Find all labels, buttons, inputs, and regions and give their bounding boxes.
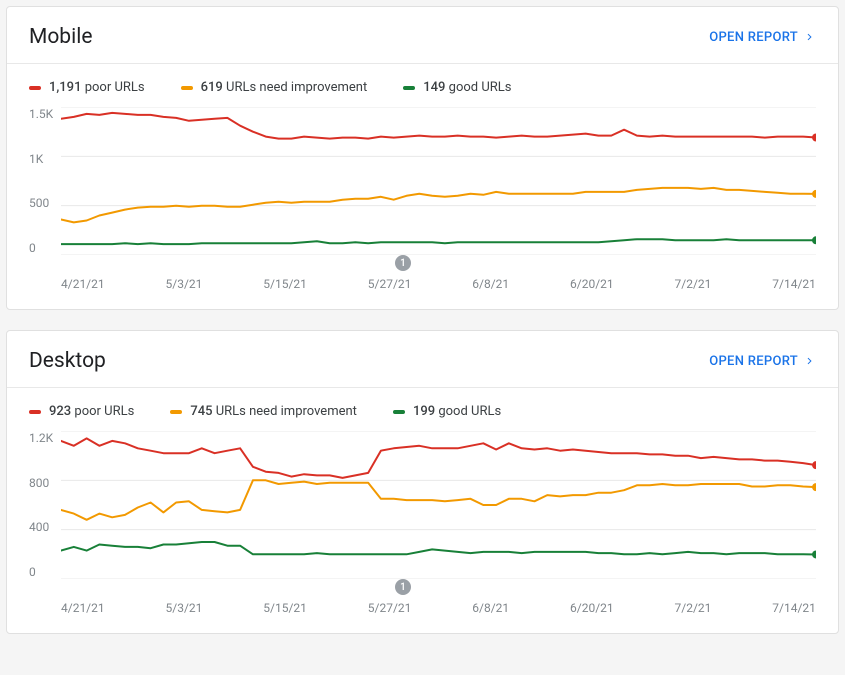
swatch-need-icon [181,86,193,90]
chevron-right-icon [804,31,816,43]
swatch-need-icon [170,410,182,414]
swatch-poor-icon [29,86,41,90]
swatch-poor-icon [29,410,41,414]
mobile-plot [61,107,816,255]
mobile-legend: 1,191 poor URLs 619 URLs need improvemen… [7,64,838,101]
marker-area: 1 [61,255,816,275]
desktop-plot [61,431,816,579]
legend-item-poor: 1,191 poor URLs [29,80,145,95]
swatch-good-icon [393,410,405,414]
desktop-legend: 923 poor URLs 745 URLs need improvement … [7,388,838,425]
mobile-title: Mobile [29,25,92,49]
open-report-link-mobile[interactable]: OPEN REPORT [709,30,816,45]
open-report-label: OPEN REPORT [709,30,798,45]
x-axis-labels: 4/21/215/3/215/15/215/27/216/8/216/20/21… [61,599,816,615]
y-axis-labels: 1.5K1K5000 [29,107,61,255]
legend-item-need: 745 URLs need improvement [170,404,357,419]
desktop-title: Desktop [29,349,106,373]
marker-area: 1 [61,579,816,599]
legend-item-poor: 923 poor URLs [29,404,134,419]
mobile-card-header: Mobile OPEN REPORT [7,7,838,63]
legend-item-need: 619 URLs need improvement [181,80,368,95]
open-report-link-desktop[interactable]: OPEN REPORT [709,354,816,369]
annotation-marker[interactable]: 1 [395,255,411,271]
mobile-chart: 1.5K1K5000 1 4/21/215/3/215/15/215/27/21… [7,101,838,309]
mobile-card: Mobile OPEN REPORT 1,191 poor URLs 619 U… [6,6,839,310]
legend-item-good: 199 good URLs [393,404,501,419]
desktop-chart: 1.2K8004000 1 4/21/215/3/215/15/215/27/2… [7,425,838,633]
open-report-label: OPEN REPORT [709,354,798,369]
desktop-card: Desktop OPEN REPORT 923 poor URLs 745 UR… [6,330,839,634]
annotation-marker[interactable]: 1 [395,579,411,595]
desktop-card-header: Desktop OPEN REPORT [7,331,838,387]
swatch-good-icon [403,86,415,90]
chevron-right-icon [804,355,816,367]
y-axis-labels: 1.2K8004000 [29,431,61,579]
legend-item-good: 149 good URLs [403,80,511,95]
x-axis-labels: 4/21/215/3/215/15/215/27/216/8/216/20/21… [61,275,816,291]
